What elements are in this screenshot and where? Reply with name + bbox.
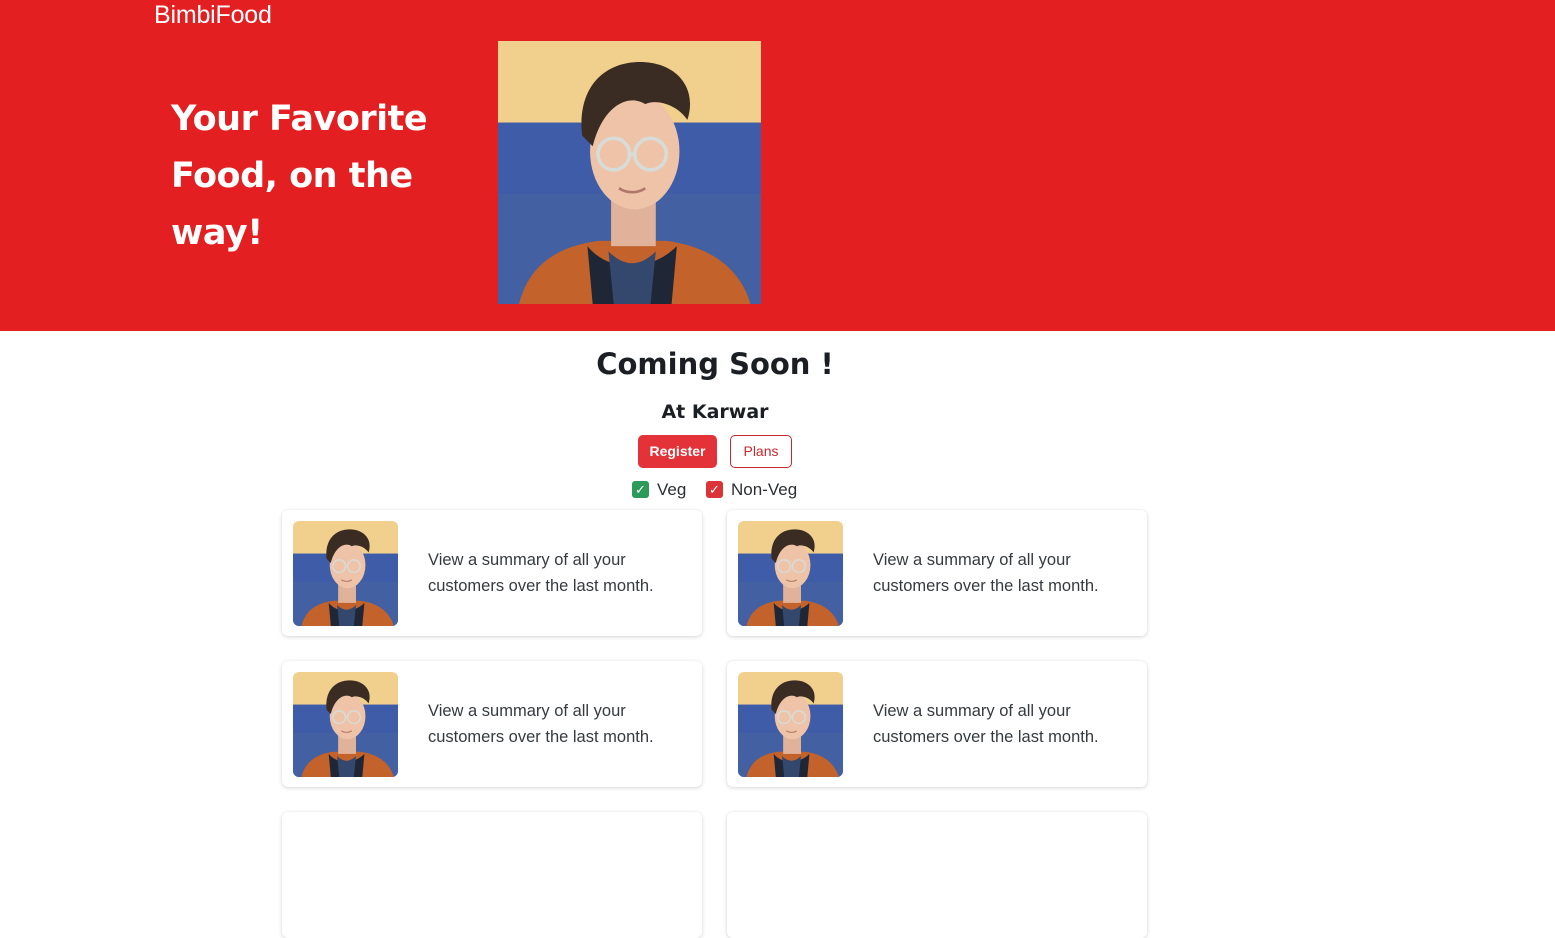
location-subheading: At Karwar [661, 401, 769, 423]
card-description: View a summary of all your customers ove… [428, 702, 654, 746]
card-portrait-image [293, 672, 398, 777]
hero-portrait-image [498, 41, 761, 304]
card-portrait-image [738, 521, 843, 626]
brand-logo[interactable]: BimbiFood [154, 0, 272, 30]
info-card[interactable]: View a summary of all your customers ove… [727, 661, 1147, 787]
plans-button[interactable]: Plans [730, 435, 792, 468]
register-button[interactable]: Register [638, 435, 717, 468]
checkmark-icon: ✓ [706, 481, 723, 498]
info-card-partial[interactable] [727, 812, 1147, 938]
card-portrait-image [738, 672, 843, 777]
hero-banner: BimbiFood Your Favorite Food, on the way… [0, 0, 1555, 331]
non-veg-checkbox[interactable]: ✓ Non-Veg [706, 479, 806, 501]
checkmark-icon: ✓ [632, 481, 649, 498]
card-description: View a summary of all your customers ove… [873, 551, 1099, 595]
veg-checkbox[interactable]: ✓ Veg [632, 479, 692, 501]
info-card[interactable]: View a summary of all your customers ove… [727, 510, 1147, 636]
card-portrait-image [293, 521, 398, 626]
veg-label: Veg [657, 480, 687, 499]
info-card-partial[interactable] [282, 812, 702, 938]
card-description: View a summary of all your customers ove… [873, 702, 1099, 746]
info-card[interactable]: View a summary of all your customers ove… [282, 661, 702, 787]
card-description: View a summary of all your customers ove… [428, 551, 654, 595]
info-card[interactable]: View a summary of all your customers ove… [282, 510, 702, 636]
non-veg-label: Non-Veg [731, 480, 798, 499]
hero-title: Your Favorite Food, on the way! [171, 99, 428, 253]
coming-soon-heading: Coming Soon ! [596, 347, 834, 381]
